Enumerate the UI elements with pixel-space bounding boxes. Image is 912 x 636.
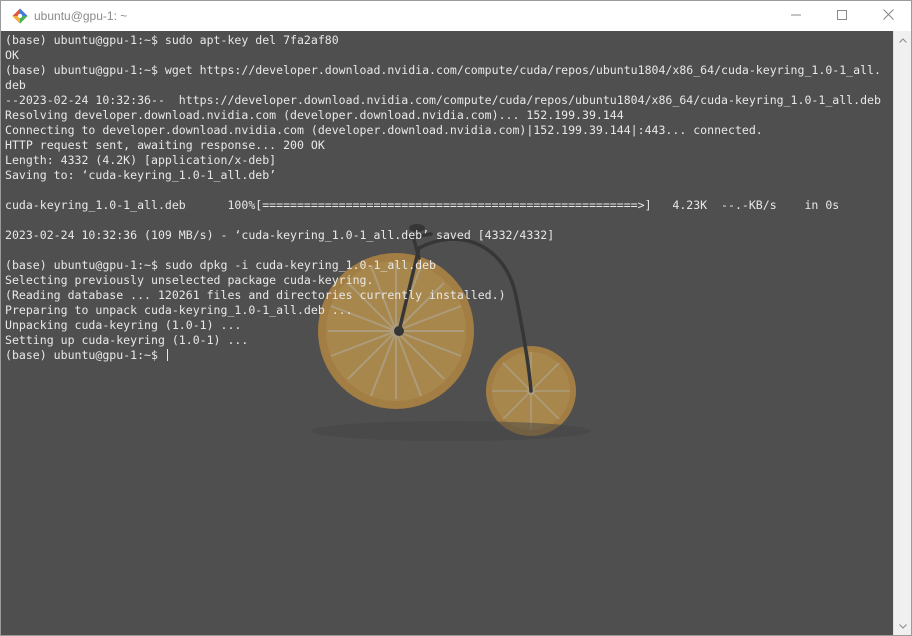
terminal-line-text: Selecting previously unselected package … — [5, 273, 374, 287]
terminal-line: --2023-02-24 10:32:36-- https://develope… — [5, 93, 881, 108]
window-controls — [773, 1, 911, 31]
terminal-line-text: HTTP request sent, awaiting response... … — [5, 138, 325, 152]
terminal-line-text: (Reading database ... 120261 files and d… — [5, 288, 506, 302]
terminal-line: Connecting to developer.download.nvidia.… — [5, 123, 881, 138]
terminal-line-text: Preparing to unpack cuda-keyring_1.0-1_a… — [5, 303, 353, 317]
terminal-line-text: Unpacking cuda-keyring (1.0-1) ... — [5, 318, 242, 332]
terminal-text: (base) ubuntu@gpu-1:~$ sudo apt-key del … — [5, 33, 881, 363]
terminal-line-text: (base) ubuntu@gpu-1:~$ wget https://deve… — [5, 63, 881, 77]
terminal-line: (base) ubuntu@gpu-1:~$ — [5, 348, 881, 363]
close-button[interactable] — [865, 1, 911, 31]
terminal-line: 2023-02-24 10:32:36 (109 MB/s) - ‘cuda-k… — [5, 228, 881, 243]
terminal-line: deb — [5, 78, 881, 93]
scroll-down-arrow-icon[interactable] — [894, 619, 911, 633]
minimize-button[interactable] — [773, 1, 819, 31]
maximize-button[interactable] — [819, 1, 865, 31]
terminal-line: (base) ubuntu@gpu-1:~$ wget https://deve… — [5, 63, 881, 78]
terminal-line-text: Saving to: ‘cuda-keyring_1.0-1_all.deb’ — [5, 168, 277, 182]
terminal-line-text: Length: 4332 (4.2K) [application/x-deb] — [5, 153, 277, 167]
terminal-line: cuda-keyring_1.0-1_all.deb 100%[========… — [5, 198, 881, 213]
terminal-line-text: cuda-keyring_1.0-1_all.deb 100%[========… — [5, 198, 840, 212]
terminal-line: (Reading database ... 120261 files and d… — [5, 288, 881, 303]
terminal-line-text: deb — [5, 78, 26, 92]
title-bar[interactable]: ubuntu@gpu-1: ~ — [1, 1, 911, 31]
terminal-line: Preparing to unpack cuda-keyring_1.0-1_a… — [5, 303, 881, 318]
text-cursor — [166, 349, 168, 361]
terminal-line: HTTP request sent, awaiting response... … — [5, 138, 881, 153]
terminal-line-text: (base) ubuntu@gpu-1:~$ sudo dpkg -i cuda… — [5, 258, 437, 272]
terminal-line-text: (base) ubuntu@gpu-1:~$ — [5, 348, 165, 362]
terminal-line-text: Setting up cuda-keyring (1.0-1) ... — [5, 333, 249, 347]
git-bash-diamond-icon[interactable] — [12, 8, 28, 24]
terminal-line-text: Connecting to developer.download.nvidia.… — [5, 123, 763, 137]
terminal-line: Selecting previously unselected package … — [5, 273, 881, 288]
terminal-line-text: --2023-02-24 10:32:36-- https://develope… — [5, 93, 881, 107]
terminal-line: Resolving developer.download.nvidia.com … — [5, 108, 881, 123]
terminal-line: Unpacking cuda-keyring (1.0-1) ... — [5, 318, 881, 333]
terminal-line-text: Resolving developer.download.nvidia.com … — [5, 108, 624, 122]
scroll-up-arrow-icon[interactable] — [894, 33, 911, 47]
terminal-line: Length: 4332 (4.2K) [application/x-deb] — [5, 153, 881, 168]
terminal-window: ubuntu@gpu-1: ~ (base) ubuntu@gpu-1:~$ s… — [0, 0, 912, 636]
terminal-line: Saving to: ‘cuda-keyring_1.0-1_all.deb’ — [5, 168, 881, 183]
terminal-line-text: 2023-02-24 10:32:36 (109 MB/s) - ‘cuda-k… — [5, 228, 555, 242]
terminal-line-text: (base) ubuntu@gpu-1:~$ sudo apt-key del … — [5, 33, 339, 47]
terminal-output-area[interactable]: (base) ubuntu@gpu-1:~$ sudo apt-key del … — [1, 31, 893, 635]
window-title: ubuntu@gpu-1: ~ — [34, 9, 128, 23]
terminal-line: (base) ubuntu@gpu-1:~$ sudo apt-key del … — [5, 33, 881, 48]
terminal-line: OK — [5, 48, 881, 63]
terminal-line: (base) ubuntu@gpu-1:~$ sudo dpkg -i cuda… — [5, 258, 881, 273]
close-icon — [882, 7, 894, 25]
terminal-line: Setting up cuda-keyring (1.0-1) ... — [5, 333, 881, 348]
minimize-icon — [791, 7, 801, 25]
maximize-icon — [837, 7, 847, 25]
vertical-scrollbar[interactable] — [893, 31, 911, 635]
terminal-line-text: OK — [5, 48, 19, 62]
